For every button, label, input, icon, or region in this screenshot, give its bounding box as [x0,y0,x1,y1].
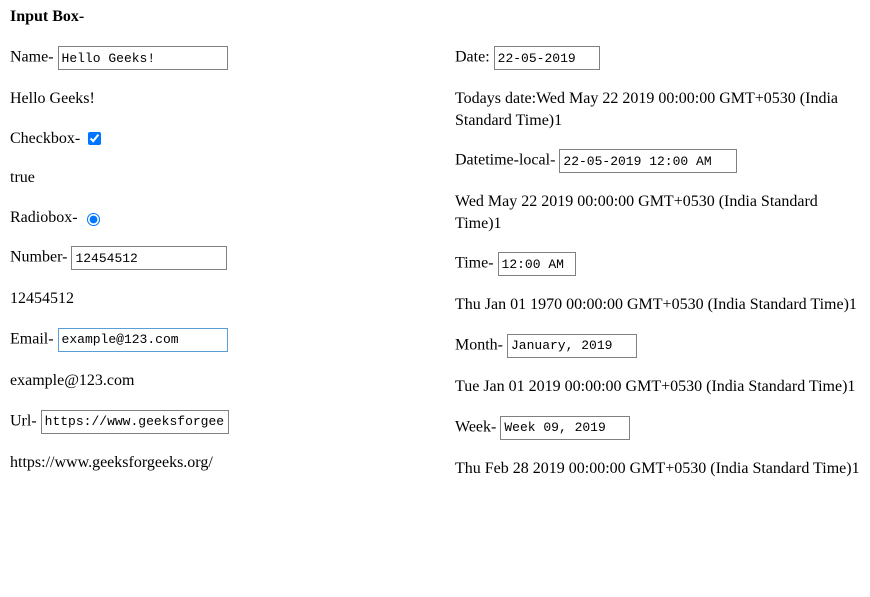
time-output: Thu Jan 01 1970 00:00:00 GMT+0530 (India… [455,294,860,316]
name-output: Hello Geeks! [10,88,415,110]
radio-label: Radiobox- [10,209,82,226]
week-input[interactable] [500,416,630,440]
name-label: Name- [10,49,58,66]
date-output-prefix: Todays date: [455,90,536,107]
date-label: Date: [455,49,494,66]
email-output: example@123.com [10,370,415,392]
email-label: Email- [10,330,58,347]
url-input[interactable] [41,410,229,434]
month-label: Month- [455,336,507,353]
name-input[interactable] [58,46,228,70]
datetime-output: Wed May 22 2019 00:00:00 GMT+0530 (India… [455,191,860,234]
datetime-input[interactable] [559,149,737,173]
time-label: Time- [455,255,498,272]
radio-input[interactable] [87,213,100,226]
section-heading: Input Box- [10,8,860,26]
month-row: Month- [455,334,860,358]
url-row: Url- [10,410,415,434]
radio-row: Radiobox- [10,207,415,229]
number-row: Number- [10,246,415,270]
url-label: Url- [10,412,41,429]
time-input[interactable] [498,252,576,276]
time-row: Time- [455,252,860,276]
week-label: Week- [455,418,500,435]
datetime-label: Datetime-local- [455,152,559,169]
month-output: Tue Jan 01 2019 00:00:00 GMT+0530 (India… [455,376,860,398]
date-output: Todays date:Wed May 22 2019 00:00:00 GMT… [455,88,860,131]
date-input[interactable] [494,46,600,70]
email-input[interactable] [58,328,228,352]
week-output: Thu Feb 28 2019 00:00:00 GMT+0530 (India… [455,458,860,480]
url-output: https://www.geeksforgeeks.org/ [10,452,415,474]
date-row: Date: [455,46,860,70]
name-row: Name- [10,46,415,70]
number-label: Number- [10,249,71,266]
email-row: Email- [10,328,415,352]
checkbox-input[interactable] [88,132,101,145]
datetime-row: Datetime-local- [455,149,860,173]
number-output: 12454512 [10,288,415,310]
checkbox-label: Checkbox- [10,130,84,147]
number-input[interactable] [71,246,227,270]
checkbox-row: Checkbox- [10,128,415,150]
month-input[interactable] [507,334,637,358]
checkbox-output: true [10,167,415,189]
week-row: Week- [455,416,860,440]
